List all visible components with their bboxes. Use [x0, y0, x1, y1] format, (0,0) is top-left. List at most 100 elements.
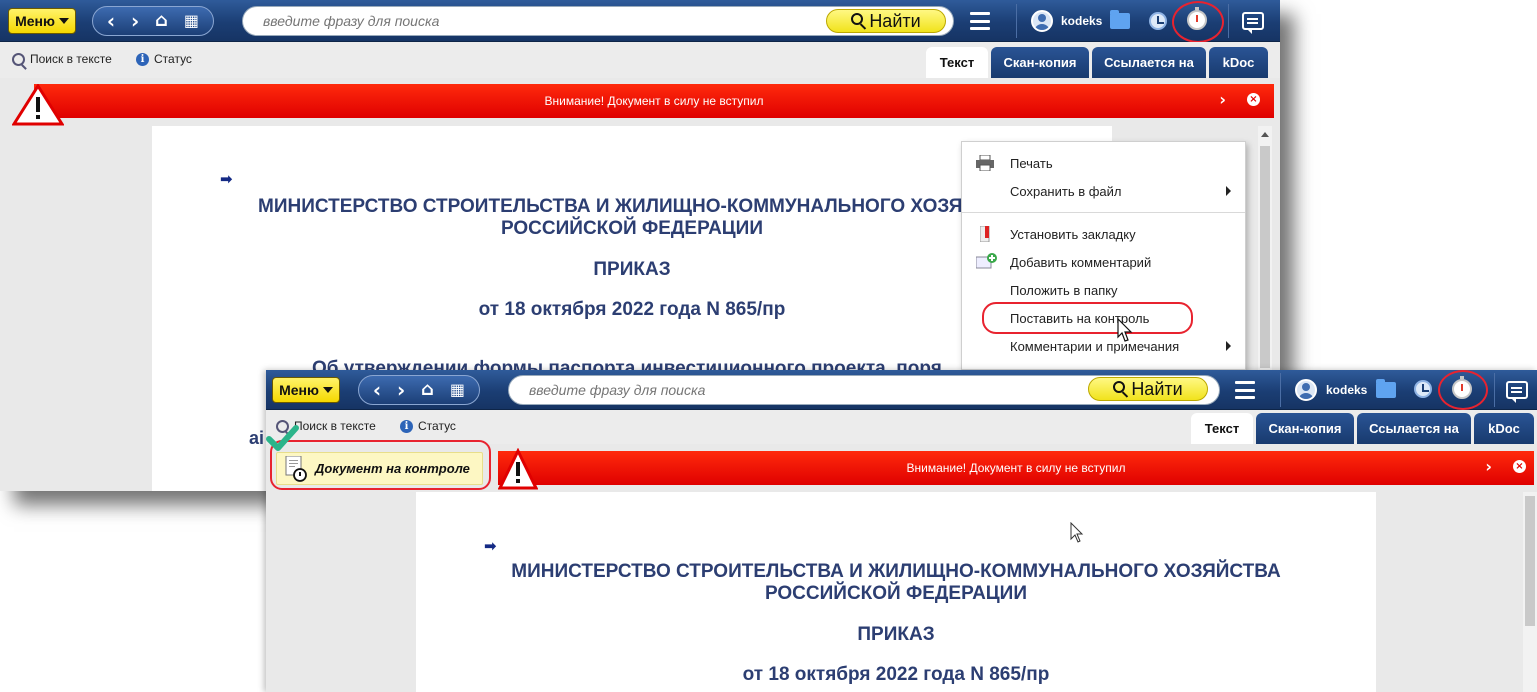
menu-item-comments-notes[interactable]: Комментарии и примечания: [962, 333, 1245, 359]
bookmark-icon: [980, 226, 990, 242]
document-page: ➡ МИНИСТЕРСТВО СТРОИТЕЛЬСТВА И ЖИЛИЩНО-К…: [416, 492, 1376, 692]
warning-triangle-icon: [12, 84, 64, 126]
tab-label: Скан-копия: [1268, 421, 1342, 436]
status-link[interactable]: i Статус: [136, 52, 192, 66]
hamburger-menu-icon[interactable]: [1235, 381, 1255, 399]
info-icon: i: [400, 419, 413, 433]
nav-button-group: ‹ › ⌂ ▦: [92, 6, 214, 36]
menu-item-put-in-folder[interactable]: Положить в папку: [962, 277, 1245, 303]
document-toolbar: Поиск в тексте i Статус Текст Скан-копия …: [266, 410, 1537, 444]
document-toolbar: Поиск в тексте i Статус Текст Скан-копия …: [0, 42, 1280, 78]
history-clock-icon[interactable]: [1414, 380, 1432, 398]
tab-scan-copy[interactable]: Скан-копия: [1256, 413, 1354, 444]
apps-grid-icon[interactable]: ▦: [184, 13, 199, 29]
add-comment-icon: [976, 253, 997, 269]
toolbar-divider: [1016, 4, 1017, 38]
stopwatch-control-icon[interactable]: [1452, 376, 1472, 399]
document-date-number: от 18 октября 2022 года N 865/пр: [742, 664, 1050, 685]
user-avatar-icon[interactable]: [1295, 379, 1317, 401]
front-window: Меню ‹ › ⌂ ▦ Найти kodeks Поиск в тексте…: [266, 370, 1537, 692]
status-label: Статус: [418, 419, 456, 433]
scrollbar-thumb[interactable]: [1525, 496, 1535, 626]
menu-item-label: Установить закладку: [1010, 226, 1136, 242]
document-text-fragment: аі: [249, 428, 265, 448]
document-arrow-icon[interactable]: ➡: [484, 537, 497, 555]
tab-refers-to[interactable]: Ссылается на: [1357, 413, 1471, 444]
highlight-ring-control-badge: [270, 440, 491, 490]
search-in-text-label: Поиск в тексте: [294, 419, 376, 433]
folder-icon[interactable]: [1376, 379, 1396, 398]
warning-close-icon[interactable]: ×: [1513, 460, 1526, 473]
document-type: ПРИКАЗ: [857, 624, 935, 645]
status-label: Статус: [154, 52, 192, 66]
chat-message-icon[interactable]: [1242, 12, 1264, 34]
magnifier-icon: [851, 13, 864, 25]
menu-item-label: Сохранить в файл: [1010, 183, 1122, 199]
vertical-scrollbar[interactable]: [1523, 492, 1537, 692]
home-icon[interactable]: ⌂: [421, 381, 434, 399]
find-button[interactable]: Найти: [1088, 377, 1208, 401]
scrollbar-thumb[interactable]: [1260, 146, 1270, 368]
nav-button-group: ‹ › ⌂ ▦: [358, 375, 480, 405]
stopwatch-control-icon[interactable]: [1187, 7, 1207, 30]
tab-label: Скан-копия: [1003, 55, 1077, 70]
document-arrow-icon[interactable]: ➡: [220, 170, 233, 188]
toolbar-divider: [1494, 373, 1495, 407]
hamburger-menu-icon[interactable]: [970, 12, 990, 30]
menu-button-label: Меню: [279, 382, 319, 398]
tab-label: kDoc: [1488, 421, 1520, 436]
user-name[interactable]: kodeks: [1326, 383, 1367, 397]
menu-item-print[interactable]: Печать: [962, 150, 1245, 176]
status-link[interactable]: i Статус: [400, 419, 456, 433]
menu-item-save-to-file[interactable]: Сохранить в файл: [962, 178, 1245, 204]
caret-down-icon: [322, 387, 333, 393]
search-icon: [12, 52, 25, 66]
tab-label: Ссылается на: [1369, 421, 1459, 436]
find-button[interactable]: Найти: [826, 9, 946, 33]
search-in-text-link[interactable]: Поиск в тексте: [12, 52, 112, 66]
warning-expand-arrow-icon[interactable]: ›: [1485, 457, 1492, 476]
menu-button[interactable]: Меню: [8, 8, 76, 34]
user-name[interactable]: kodeks: [1061, 14, 1102, 28]
tab-text[interactable]: Текст: [926, 47, 988, 78]
back-arrow-icon[interactable]: ‹: [373, 380, 381, 400]
user-avatar-icon[interactable]: [1031, 10, 1053, 32]
info-icon: i: [136, 52, 149, 66]
tab-label: Ссылается на: [1104, 55, 1194, 70]
warning-text: Внимание! Документ в силу не вступил: [906, 461, 1126, 475]
home-icon[interactable]: ⌂: [155, 12, 168, 30]
ministry-title-line2: РОССИЙСКОЙ ФЕДЕРАЦИИ: [764, 583, 1027, 604]
toolbar-divider: [1228, 4, 1229, 38]
scroll-up-arrow-icon[interactable]: [1261, 132, 1269, 137]
history-clock-icon[interactable]: [1149, 12, 1167, 30]
chat-message-icon[interactable]: [1506, 381, 1528, 403]
tab-kdoc[interactable]: kDoc: [1474, 413, 1534, 444]
forward-arrow-icon[interactable]: ›: [131, 11, 139, 31]
forward-arrow-icon[interactable]: ›: [397, 380, 405, 400]
menu-item-add-comment[interactable]: Добавить комментарий: [962, 249, 1245, 275]
warning-expand-arrow-icon[interactable]: ›: [1219, 90, 1226, 109]
menu-item-label: Комментарии и примечания: [1010, 338, 1180, 354]
toolbar-divider: [1280, 373, 1281, 407]
warning-close-icon[interactable]: ×: [1247, 93, 1260, 106]
folder-icon[interactable]: [1110, 10, 1130, 29]
menu-item-label: Печать: [1010, 155, 1053, 171]
menu-item-set-bookmark[interactable]: Установить закладку: [962, 221, 1245, 247]
tab-refers-to[interactable]: Ссылается на: [1092, 47, 1206, 78]
tab-kdoc[interactable]: kDoc: [1209, 47, 1268, 78]
warning-banner: Внимание! Документ в силу не вступил › ×: [498, 451, 1534, 485]
tab-text[interactable]: Текст: [1191, 413, 1253, 444]
context-menu: Печать Сохранить в файл Установить закла…: [961, 141, 1246, 381]
top-navigation-bar: Меню ‹ › ⌂ ▦ Найти kodeks: [266, 370, 1537, 410]
warning-text: Внимание! Документ в силу не вступил: [544, 94, 764, 108]
back-arrow-icon[interactable]: ‹: [107, 11, 115, 31]
top-navigation-bar: Меню ‹ › ⌂ ▦ Найти kodeks: [0, 0, 1280, 43]
warning-triangle-icon: [498, 448, 538, 490]
apps-grid-icon[interactable]: ▦: [450, 382, 465, 398]
find-button-label: Найти: [869, 10, 921, 31]
tab-label: Текст: [1204, 421, 1240, 436]
magnifier-icon: [1113, 381, 1126, 393]
menu-button[interactable]: Меню: [272, 377, 340, 403]
tab-scan-copy[interactable]: Скан-копия: [991, 47, 1089, 78]
submenu-arrow-icon: [1226, 186, 1231, 196]
